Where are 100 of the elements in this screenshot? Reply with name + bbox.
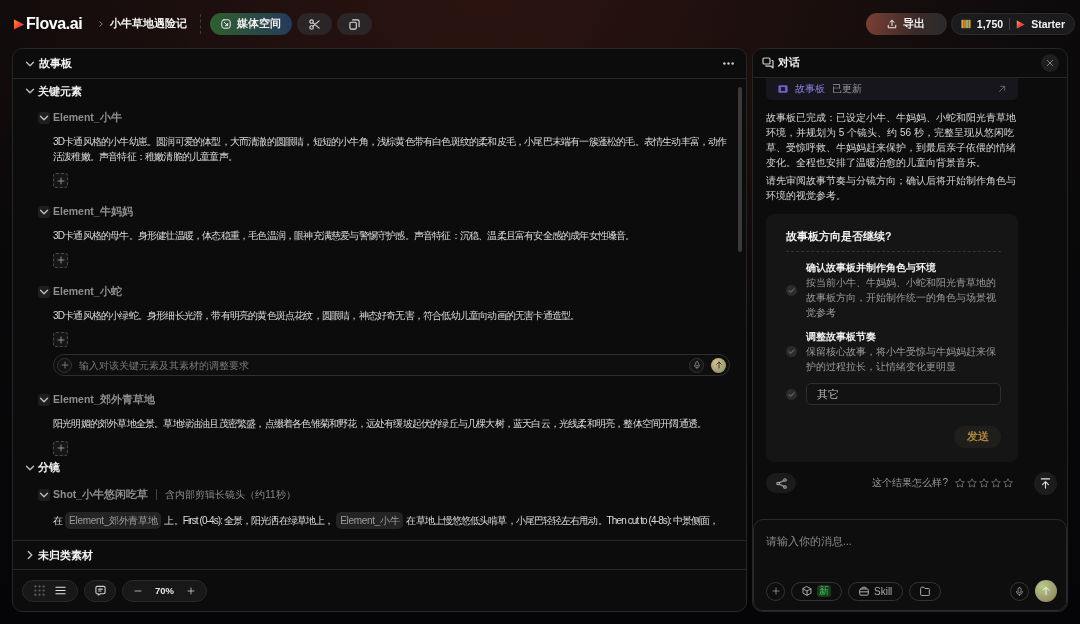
scroll-to-top-button[interactable] bbox=[1034, 471, 1057, 495]
plus-icon bbox=[60, 361, 69, 369]
feedback-prompt: 这个结果怎么样? bbox=[872, 476, 948, 490]
adjustment-input[interactable]: 输入对该关键元素及其素材的调整要求 bbox=[79, 358, 682, 372]
script-text: 在草地上慢悠悠低头啃草，小尾巴轻轻左右甩动。Then cut to (4-8s): 中景侧面， bbox=[406, 514, 719, 526]
copy-button[interactable] bbox=[337, 13, 373, 35]
scrollbar-thumb[interactable] bbox=[738, 87, 742, 252]
plan-name: Starter bbox=[1031, 18, 1065, 30]
section-title: 关键元素 bbox=[38, 83, 82, 99]
section-title: 未归类素材 bbox=[38, 547, 93, 563]
option-title[interactable]: 调整故事板节奏 bbox=[806, 329, 1001, 344]
chevron-down-icon[interactable] bbox=[38, 394, 50, 406]
comment-icon bbox=[94, 585, 106, 596]
arrow-up-icon bbox=[1040, 477, 1051, 489]
grid-view-icon[interactable] bbox=[34, 585, 45, 596]
panel-title: 故事板 bbox=[39, 56, 72, 71]
star-icon[interactable] bbox=[979, 478, 989, 488]
add-button[interactable] bbox=[53, 252, 68, 268]
shot-name: Shot_小牛悠闲吃草 bbox=[53, 487, 149, 502]
comment-button[interactable] bbox=[84, 579, 116, 602]
close-button[interactable] bbox=[1041, 54, 1059, 72]
plus-icon bbox=[56, 256, 65, 264]
other-input[interactable]: 其它 bbox=[806, 383, 1001, 405]
arrow-up-right-icon bbox=[998, 85, 1006, 93]
element-name: Element_小牛 bbox=[53, 111, 122, 125]
briefcase-icon bbox=[859, 586, 869, 596]
plus-icon bbox=[56, 444, 65, 452]
mic-icon bbox=[692, 361, 701, 369]
arrow-up-icon bbox=[714, 361, 723, 369]
script-text: 上。First (0-4s): 全景，阳光洒在绿草地上， bbox=[164, 514, 334, 526]
logo-text: Flova.ai bbox=[26, 15, 83, 33]
shot-note: 含内部剪辑长镜头（约11秒） bbox=[165, 487, 296, 502]
close-icon bbox=[1046, 59, 1054, 67]
update-status: 已更新 bbox=[832, 82, 862, 96]
element-description: 阳光明媚的郊外草地全景。草地绿油油且茂密繁盛，点缀着各色雏菊和野花，远处有缓坡起伏的绿丘与几棵大树，蓝天白云，光线柔和明亮，整体空间开阔通透。 bbox=[53, 417, 708, 431]
script-text: 在 bbox=[53, 514, 63, 526]
chevron-right-icon bbox=[97, 20, 106, 28]
logo-icon bbox=[14, 18, 24, 30]
cube-icon bbox=[802, 586, 812, 596]
check-circle-icon[interactable] bbox=[786, 346, 797, 357]
plus-icon bbox=[56, 176, 65, 185]
section-title: 分镜 bbox=[38, 460, 60, 475]
add-button[interactable] bbox=[53, 440, 68, 456]
element-description: 3D卡通风格的母牛。身形健壮温暖，体态稳重，毛色温润，眼神充满慈爱与警惕守护感。声音特征：沉稳、温柔且富有安全感的成年女性嗓音。 bbox=[53, 229, 636, 243]
option-description: 按当前小牛、牛妈妈、小蛇和阳光青草地的故事板方向，开始制作统一的角色与场景视觉参考 bbox=[806, 276, 997, 320]
update-card[interactable]: 故事板 已更新 bbox=[766, 78, 1018, 100]
check-circle-icon[interactable] bbox=[786, 284, 797, 296]
mic-icon bbox=[1015, 586, 1024, 596]
voice-button[interactable] bbox=[689, 357, 704, 373]
upload-icon bbox=[887, 19, 898, 29]
plus-icon[interactable] bbox=[187, 586, 195, 595]
folder-icon bbox=[920, 586, 931, 596]
new-badge: 新 bbox=[817, 585, 831, 597]
send-button[interactable] bbox=[711, 357, 726, 373]
assistant-message: 故事板已完成：已设定小牛、牛妈妈、小蛇和阳光青草地环境，并规划为 5 个镜头、约 56 秒，完整呈现从悠闲吃草、受惊呼救、牛妈妈赶来保护，到最后亲子依偎的情绪变化。全程也安排了温暖治愈的儿童向背景音乐。 bbox=[766, 111, 1017, 170]
scissors-icon bbox=[309, 18, 321, 30]
check-circle-icon[interactable] bbox=[786, 388, 797, 400]
export-button[interactable]: 导出 bbox=[865, 13, 947, 35]
option-description: 保留核心故事，将小牛受惊与牛妈妈赶来保护的过程拉长，让情绪变化更明显 bbox=[806, 345, 997, 374]
play-icon bbox=[1016, 19, 1026, 29]
star-icon[interactable] bbox=[991, 478, 1001, 488]
star-rating[interactable] bbox=[955, 478, 1013, 488]
element-name: Element_牛妈妈 bbox=[53, 205, 133, 219]
element-name: Element_小蛇 bbox=[53, 284, 122, 299]
star-icon[interactable] bbox=[955, 478, 965, 488]
update-label: 故事板 bbox=[795, 82, 825, 96]
frame-icon bbox=[778, 84, 788, 94]
chevron-down-icon[interactable] bbox=[38, 112, 50, 124]
copy-icon bbox=[349, 18, 361, 30]
star-icon[interactable] bbox=[1003, 478, 1013, 488]
list-view-icon[interactable] bbox=[55, 585, 66, 596]
plus-icon bbox=[771, 587, 780, 595]
send-button[interactable] bbox=[1035, 580, 1057, 602]
share-icon bbox=[775, 477, 787, 489]
chevron-down-icon[interactable] bbox=[38, 285, 50, 298]
arrow-up-icon bbox=[1041, 586, 1051, 596]
plan-badge[interactable]: 1,750 Starter bbox=[950, 13, 1075, 35]
option-title[interactable]: 确认故事板并制作角色与环境 bbox=[806, 260, 1001, 275]
color-bars-icon bbox=[960, 19, 971, 29]
zoom-level: 70% bbox=[155, 585, 174, 596]
share-button[interactable] bbox=[766, 473, 796, 493]
plus-icon bbox=[56, 335, 65, 344]
star-icon[interactable] bbox=[967, 478, 977, 488]
media-space-button[interactable]: 媒体空间 bbox=[210, 13, 293, 35]
question-title: 故事板方向是否继续? bbox=[786, 229, 893, 243]
media-icon bbox=[221, 19, 232, 29]
chevron-down-icon[interactable] bbox=[38, 206, 50, 218]
input-field[interactable]: 输入对该关键元素及其素材的调整要求 bbox=[53, 354, 730, 376]
element-tag[interactable]: Element_郊外青草地 bbox=[65, 511, 162, 529]
assistant-message: 请先审阅故事节奏与分镜方向；确认后将开始制作角色与环境的视觉参考。 bbox=[766, 174, 1017, 203]
element-tag[interactable]: Element_小牛 bbox=[336, 511, 404, 529]
chevron-down-icon[interactable] bbox=[38, 488, 50, 501]
project-title: 小牛草地遇险记 bbox=[110, 17, 188, 31]
send-button[interactable]: 发送 bbox=[954, 426, 1001, 448]
cut-button[interactable] bbox=[297, 13, 333, 35]
element-description: 3D卡通风格的小绿蛇。身形细长光滑，带有明亮的黄色斑点花纹，圆眼睛，神态好奇无害，符合低幼儿童向动画的无害卡通造型。 bbox=[53, 308, 581, 323]
element-name: Element_郊外青草地 bbox=[53, 393, 155, 407]
element-description: 3D卡通风格的小牛幼崽。圆润可爱的体型，大而清澈的圆眼睛，短短的小牛角，浅棕黄色带有白色斑纹的柔和皮毛，小尾巴末端有一簇蓬松的毛。表情生动丰富，动作活泼稚嫩。声音特征：稚嫩清脆的儿童童声。 bbox=[53, 135, 728, 164]
message-input[interactable]: 请输入你的消息... bbox=[766, 533, 1057, 549]
panel-title: 对话 bbox=[778, 56, 800, 70]
